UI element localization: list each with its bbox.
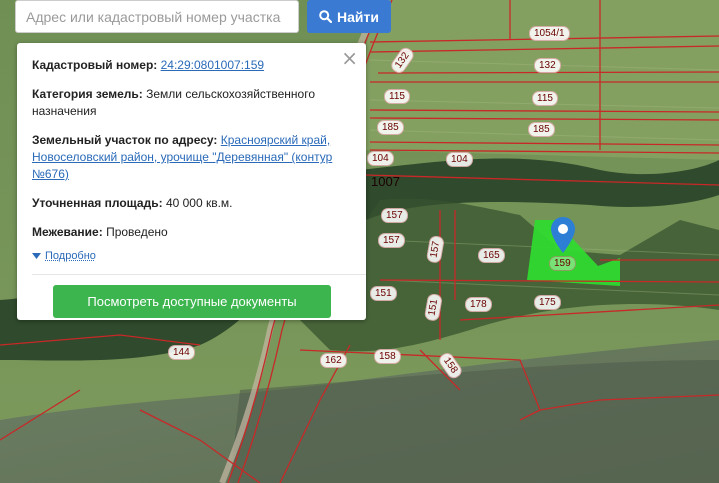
parcel-label[interactable]: 185 <box>377 120 404 135</box>
parcel-label[interactable]: 157 <box>378 233 405 248</box>
land-category-row: Категория земель: Земли сельскохозяйстве… <box>32 86 352 120</box>
address-row: Земельный участок по адресу: Красноярски… <box>32 132 352 183</box>
cadastral-number-row: Кадастровый номер: 24:29:0801007:159 <box>32 57 352 74</box>
search-button[interactable]: Найти <box>307 0 391 33</box>
divider <box>32 274 366 275</box>
survey-row: Межевание: Проведено <box>32 224 352 241</box>
survey-label: Межевание: <box>32 225 103 239</box>
parcel-info-popup: × Кадастровый номер: 24:29:0801007:159 К… <box>17 43 366 320</box>
parcel-label[interactable]: 158 <box>374 349 401 364</box>
parcel-label[interactable]: 175 <box>534 295 561 310</box>
search-button-label: Найти <box>337 8 379 25</box>
parcel-label[interactable]: 157 <box>381 208 408 223</box>
search-icon <box>319 10 333 23</box>
parcel-label[interactable]: 115 <box>384 89 410 104</box>
block-label: 1007 <box>371 174 400 189</box>
close-icon[interactable]: × <box>341 48 358 68</box>
triangle-down-icon <box>32 253 41 259</box>
parcel-label[interactable]: 144 <box>168 345 195 360</box>
parcel-label[interactable]: 165 <box>478 248 505 263</box>
details-toggle-label: Подробно <box>45 250 96 262</box>
area-row: Уточненная площадь: 40 000 кв.м. <box>32 195 352 212</box>
parcel-label[interactable]: 178 <box>465 297 492 312</box>
parcel-label[interactable]: 115 <box>532 91 558 106</box>
parcel-label[interactable]: 104 <box>446 152 473 167</box>
parcel-label[interactable]: 151 <box>370 286 397 301</box>
parcel-label[interactable]: 1054/1 <box>529 26 570 41</box>
details-toggle[interactable]: Подробно <box>32 250 352 262</box>
survey-value: Проведено <box>106 225 168 239</box>
parcel-label[interactable]: 162 <box>320 353 347 368</box>
parcel-label[interactable]: 132 <box>534 58 561 73</box>
search-input[interactable] <box>15 0 299 33</box>
cadastral-number-link[interactable]: 24:29:0801007:159 <box>161 58 264 72</box>
selected-parcel-label[interactable]: 159 <box>549 256 576 271</box>
land-category-label: Категория земель: <box>32 87 143 101</box>
parcel-label[interactable]: 104 <box>367 151 394 166</box>
map-pin-icon[interactable] <box>551 217 575 253</box>
address-label: Земельный участок по адресу: <box>32 133 218 147</box>
view-documents-button[interactable]: Посмотреть доступные документы <box>53 285 331 318</box>
cadastral-number-label: Кадастровый номер: <box>32 58 158 72</box>
area-label: Уточненная площадь: <box>32 196 163 210</box>
parcel-label[interactable]: 185 <box>528 122 555 137</box>
area-value: 40 000 кв.м. <box>165 196 233 210</box>
